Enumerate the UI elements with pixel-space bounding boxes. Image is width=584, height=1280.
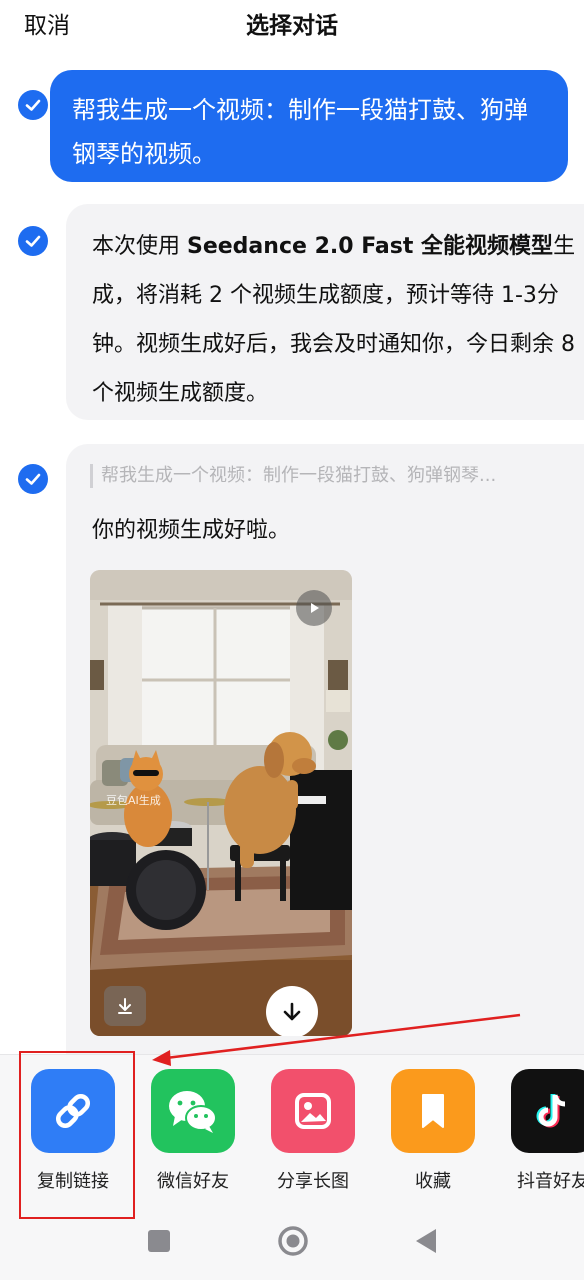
share-item-label: 分享长图 <box>277 1171 349 1192</box>
square-icon <box>148 1230 170 1252</box>
header: 取消 选择对话 <box>0 0 584 48</box>
back-triangle-icon <box>416 1229 436 1253</box>
user-message-bubble: 帮我生成一个视频：制作一段猫打鼓、狗弹钢琴的视频。 <box>50 70 568 182</box>
select-checkbox-message-1[interactable] <box>18 90 48 120</box>
image-icon <box>271 1069 355 1153</box>
download-button[interactable] <box>266 986 318 1036</box>
video-thumbnail[interactable]: 豆包AI生成 <box>90 570 352 1036</box>
home-circle-icon <box>278 1226 308 1256</box>
share-long-image[interactable]: 分享长图 <box>258 1069 368 1193</box>
recent-apps-button[interactable] <box>146 1228 172 1254</box>
reply-text: 你的视频生成好啦。 <box>92 518 291 543</box>
download-icon <box>118 998 132 1014</box>
share-item-label: 抖音好友 <box>517 1171 584 1192</box>
share-wechat-friend[interactable]: 微信好友 <box>138 1069 248 1193</box>
wechat-icon <box>151 1069 235 1153</box>
select-checkbox-message-2[interactable] <box>18 226 48 256</box>
play-icon <box>311 603 319 613</box>
message-text: 生成，将消耗 2 个视频生成额度，预计等待 1-3分钟。视频生成好后，我会及时通… <box>92 234 576 406</box>
quoted-prompt: 帮我生成一个视频：制作一段猫打鼓、狗弹钢琴... <box>90 464 570 488</box>
douyin-icon <box>511 1069 584 1153</box>
highlight-box <box>19 1051 135 1219</box>
checkmark-icon <box>25 235 41 247</box>
assistant-message-bubble: 本次使用 Seedance 2.0 Fast 全能视频模型生成，将消耗 2 个视… <box>66 204 584 420</box>
save-video-button[interactable] <box>104 986 146 1026</box>
share-item-label: 微信好友 <box>157 1171 229 1192</box>
model-name: Seedance 2.0 Fast 全能视频模型 <box>187 234 554 259</box>
bookmark-icon <box>391 1069 475 1153</box>
home-button[interactable] <box>277 1225 309 1257</box>
checkmark-icon <box>25 473 41 485</box>
page-title: 选择对话 <box>246 13 338 39</box>
ai-watermark: 豆包AI生成 <box>106 794 161 807</box>
play-button[interactable] <box>296 590 332 626</box>
select-checkbox-message-3[interactable] <box>18 464 48 494</box>
back-button[interactable] <box>412 1227 440 1255</box>
share-favorite[interactable]: 收藏 <box>378 1069 488 1193</box>
share-douyin-friend[interactable]: 抖音好友 <box>498 1069 584 1193</box>
message-text: 本次使用 <box>92 234 187 259</box>
checkmark-icon <box>25 99 41 111</box>
share-item-label: 收藏 <box>415 1171 451 1192</box>
system-nav-bar <box>0 1214 584 1280</box>
arrow-down-icon <box>283 1002 301 1021</box>
